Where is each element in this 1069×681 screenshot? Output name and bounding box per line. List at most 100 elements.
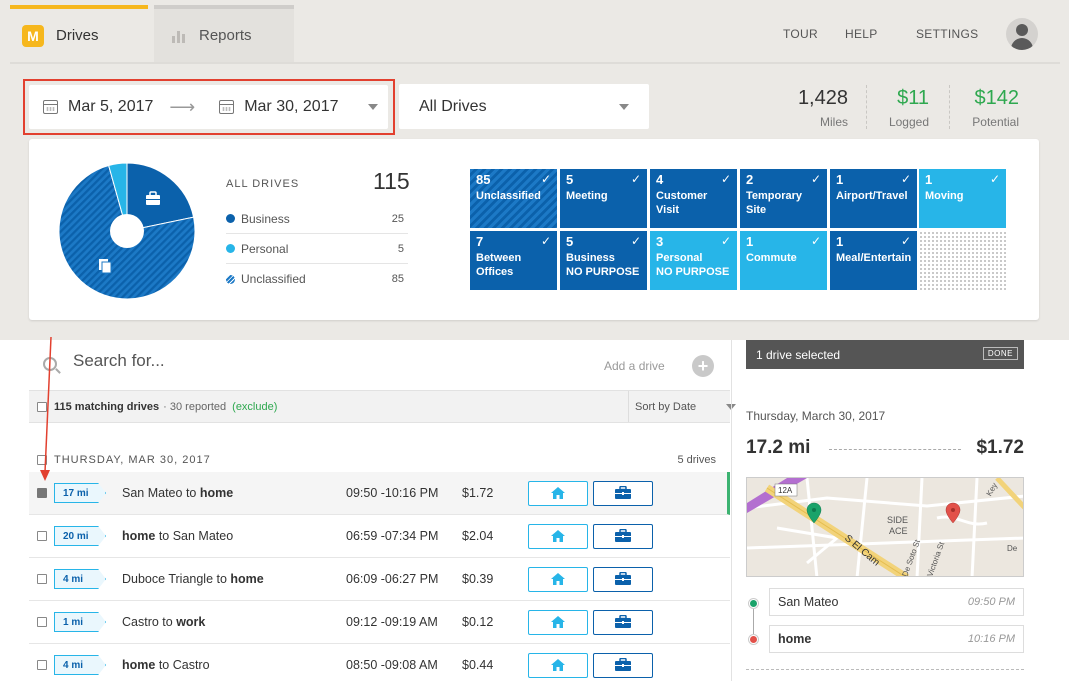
waypoint-start[interactable]: San Mateo 09:50 PM [769,588,1024,616]
route-text: Castro to work [122,615,205,629]
search-input[interactable] [73,351,373,371]
stat-potential: $142 Potential [960,87,1019,129]
day-count: 5 drives [677,454,716,466]
arrow-right-icon: ⟶ [169,96,196,117]
map-label: De [1007,544,1018,553]
classify-personal-button[interactable] [528,480,588,506]
drive-time: 09:12 -09:19 AM [346,615,438,629]
help-link[interactable]: HELP [845,27,878,41]
home-icon [551,487,565,499]
sort-select[interactable]: Sort by Date [628,391,748,422]
settings-link[interactable]: SETTINGS [916,27,978,41]
route-map[interactable]: 12A SIDE ACE S El Cam Victoria St De Sot… [746,477,1024,577]
tile-airport-travel[interactable]: 1 ✓ Airport/Travel [830,169,917,228]
tile-temporary-site[interactable]: 2 ✓ Temporary Site [740,169,827,228]
classify-business-button[interactable] [593,609,653,635]
waypoint-place: San Mateo [778,595,839,609]
legend-personal[interactable]: Personal 5 [226,234,408,264]
date-range-picker[interactable]: Mar 5, 2017 ⟶ Mar 30, 2017 [29,85,388,129]
tile-customer-visit[interactable]: 4 ✓ Customer Visit [650,169,737,228]
tile-meeting[interactable]: 5 ✓ Meeting [560,169,647,228]
tile-label: Commute [746,252,797,264]
drive-amount: $0.12 [462,615,494,629]
row-checkbox[interactable] [37,531,47,541]
tile-count: 2 [746,172,754,187]
route-text: home to San Mateo [122,529,233,543]
start-date: Mar 5, 2017 [68,98,154,115]
legend-business[interactable]: Business 25 [226,204,408,234]
done-button[interactable]: DONE [982,347,1018,360]
legend-unclassified[interactable]: Unclassified 85 [226,264,408,294]
tour-link[interactable]: TOUR [783,27,818,41]
row-checkbox[interactable] [37,660,47,670]
stat-logged-value: $11 [897,87,929,109]
exclude-link[interactable]: (exclude) [232,401,277,413]
tile-empty [919,231,1006,290]
drive-filter-value: All Drives [419,97,487,115]
tile-label: Meal/Entertain [836,252,912,264]
avatar[interactable] [1006,18,1038,50]
drive-filter-select[interactable]: All Drives [399,84,649,129]
row-checkbox[interactable] [37,574,47,584]
waypoint-end[interactable]: home 10:16 PM [769,625,1024,653]
select-all-checkbox[interactable] [37,401,47,412]
classify-personal-button[interactable] [528,652,588,678]
classify-business-button[interactable] [593,480,653,506]
table-row[interactable]: 4 mi Duboce Triangle to home 06:09 -06:27 … [29,558,730,601]
distance-badge: 4 mi [54,655,106,675]
classify-business-button[interactable] [593,523,653,549]
tile-between-offices[interactable]: 7 ✓ Between Offices [470,231,557,290]
matching-bar: 115 matching drives · 30 reported (exclu… [29,390,736,423]
distance-badge: 4 mi [54,569,106,589]
stat-potential-label: Potential [972,115,1019,129]
tile-label-2: Site [746,204,767,216]
classify-personal-button[interactable] [528,523,588,549]
classify-business-button[interactable] [593,566,653,592]
route-from: Duboce Triangle [122,572,214,586]
tile-count: 3 [656,234,664,249]
tile-label: Personal [656,252,703,264]
classify-business-button[interactable] [593,652,653,678]
map-label: SIDE [887,515,908,525]
home-icon [551,659,565,671]
tile-label: Unclassified [476,190,541,202]
route-to-word: to [155,529,173,543]
drive-date: Thursday, March 30, 2017 [746,409,886,423]
add-drive-link[interactable]: Add a drive [604,359,665,373]
classify-personal-button[interactable] [528,609,588,635]
tile-count: 85 [476,172,491,187]
tile-count: 4 [656,172,664,187]
end-dot-icon [749,635,758,644]
chevron-down-icon [368,104,379,110]
plus-icon[interactable]: + [692,355,714,377]
nav-divider [10,62,1060,64]
tile-label-2: NO PURPOSE [566,266,640,278]
tile-commute[interactable]: 1 ✓ Commute [740,231,827,290]
table-row[interactable]: 20 mi home to San Mateo 06:59 -07:34 PM $2.… [29,515,730,558]
tab-drives-label: Drives [56,27,99,44]
table-row[interactable]: 1 mi Castro to work 09:12 -09:19 AM $0.12 [29,601,730,644]
route-to-word: to [155,658,173,672]
drives-pie-chart[interactable] [58,162,196,300]
tile-count: 1 [836,172,844,187]
check-icon: ✓ [900,234,911,248]
tile-label: Temporary [746,190,803,202]
drive-time: 09:50 -10:16 PM [346,486,439,500]
row-checkbox[interactable] [37,617,47,627]
tab-reports[interactable]: Reports [154,5,294,62]
table-row[interactable]: 4 mi home to Castro 08:50 -09:08 AM $0.44 [29,644,730,681]
tile-personal-no-purpose[interactable]: 3 ✓ Personal NO PURPOSE [650,231,737,290]
home-icon [551,616,565,628]
tile-business-no-purpose[interactable]: 5 ✓ Business NO PURPOSE [560,231,647,290]
classify-personal-button[interactable] [528,566,588,592]
unclassified-dot-icon [226,274,235,284]
row-checkbox[interactable] [37,488,47,498]
tab-drives[interactable]: M Drives [10,5,148,62]
table-row[interactable]: 17 mi San Mateo to home 09:50 -10:16 PM $1.… [29,472,730,515]
tile-moving[interactable]: 1 ✓ Moving [919,169,1006,228]
tile-meal-entertain[interactable]: 1 ✓ Meal/Entertain [830,231,917,290]
legend-label: Personal [241,241,289,256]
check-icon: ✓ [540,172,551,186]
day-checkbox[interactable] [37,455,47,465]
tile-unclassified[interactable]: 85 ✓ Unclassified [470,169,557,228]
